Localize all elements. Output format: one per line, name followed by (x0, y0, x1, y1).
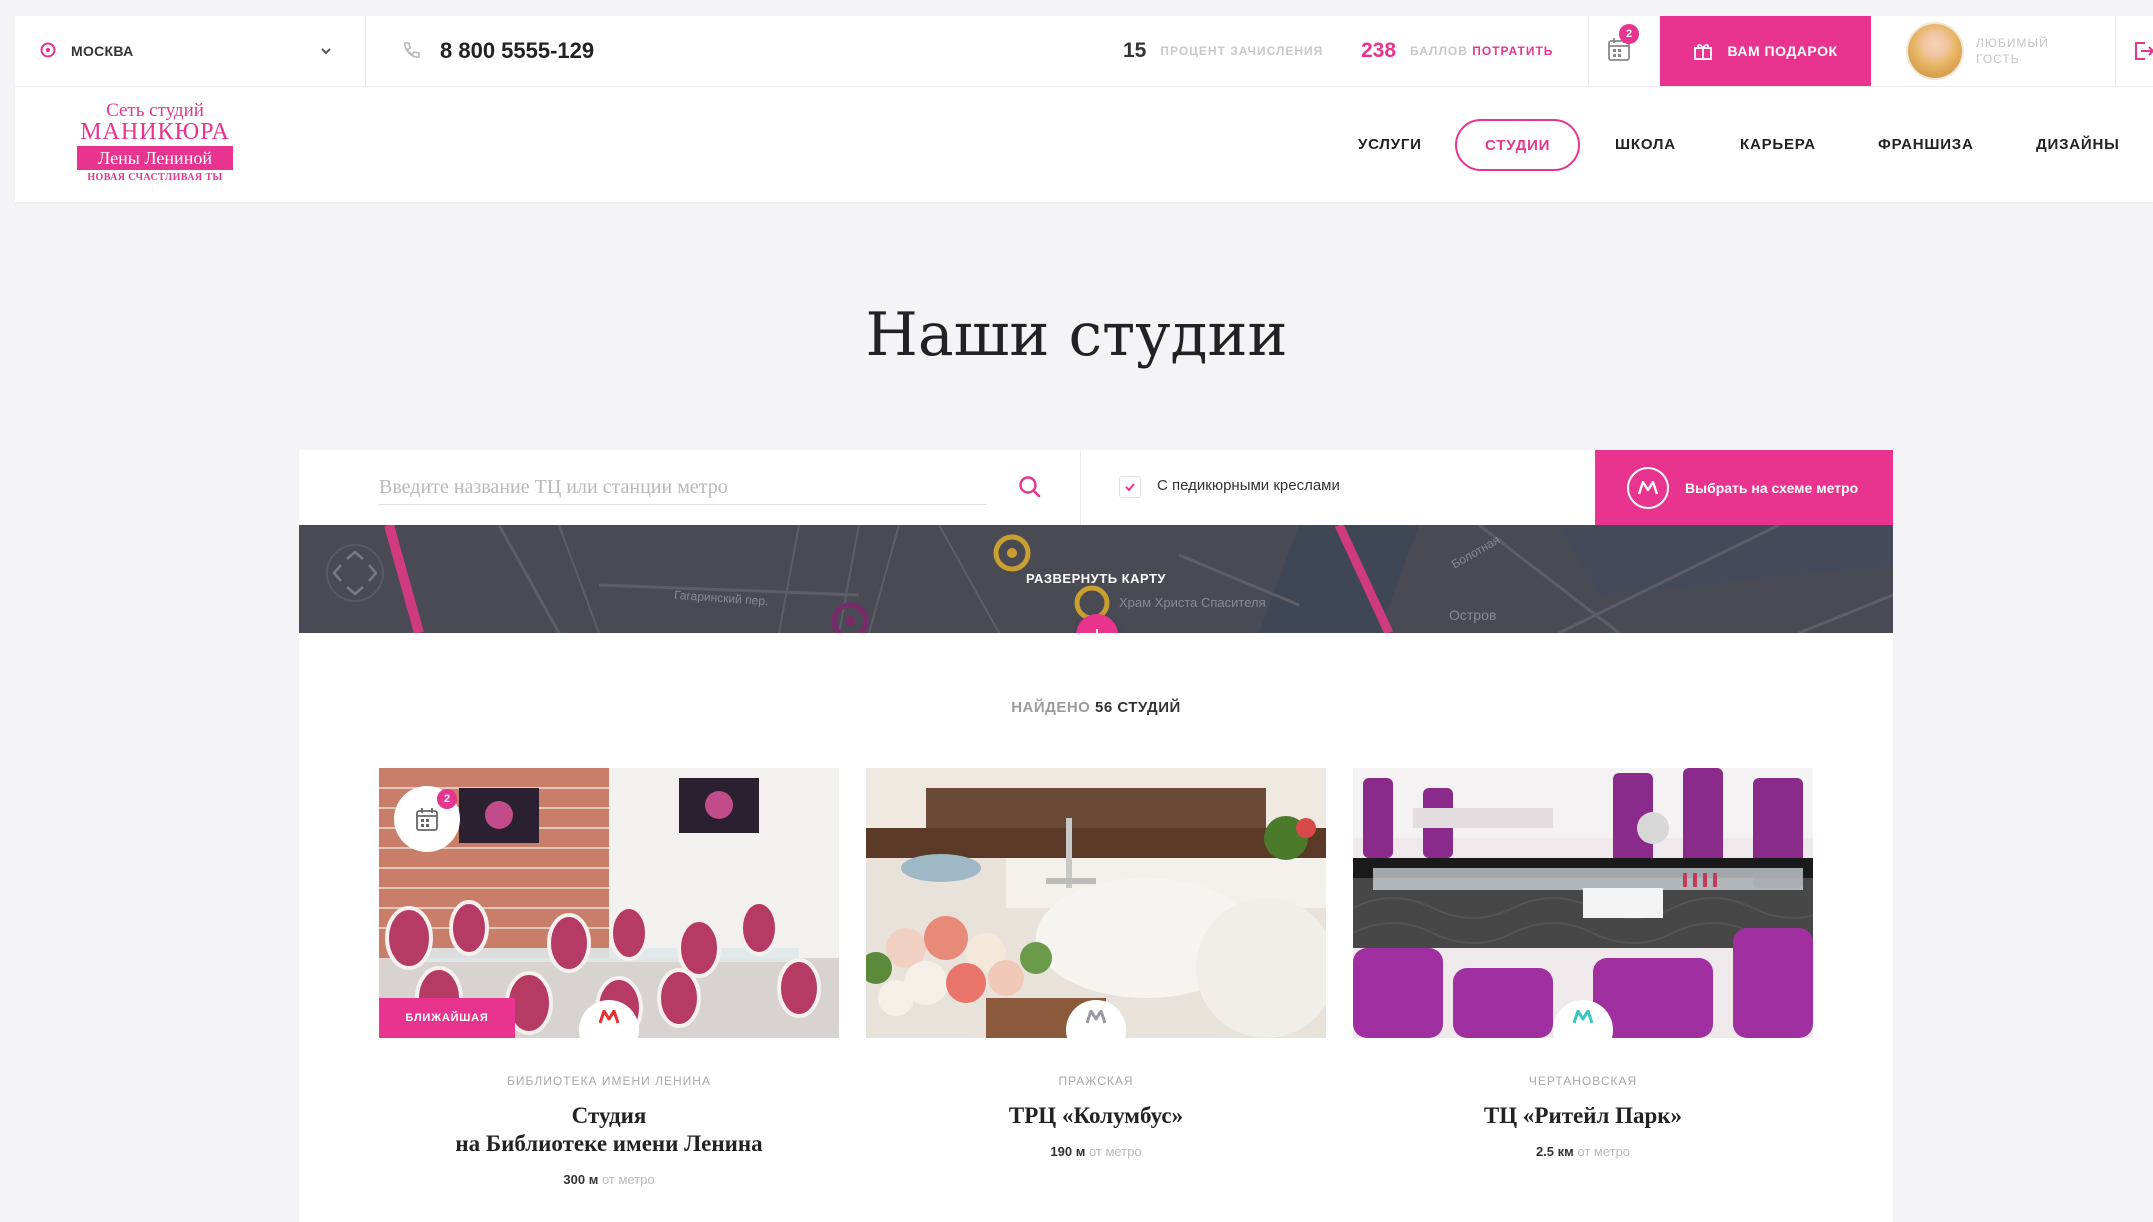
studio-metro: ЧЕРТАНОВСКАЯ (1528, 1074, 1638, 1088)
percent-value: 15 (1123, 39, 1147, 62)
studio-photo[interactable] (1353, 768, 1813, 1038)
user-profile[interactable]: ЛЮБИМЫЙ ГОСТЬ (1908, 16, 2049, 86)
nav-designs[interactable]: ДИЗАЙНЫ (2036, 87, 2120, 202)
metro-map-button-label: Выбрать на схеме метро (1685, 479, 1859, 496)
metro-icon (1627, 466, 1669, 509)
studio-metro: ПРАЖСКАЯ (1058, 1074, 1134, 1088)
points-value: 238 (1361, 39, 1397, 62)
spend-points-link[interactable]: ПОТРАТИТЬ (1472, 44, 1553, 58)
city-label: МОСКВА (71, 43, 134, 59)
search-input[interactable] (379, 470, 987, 505)
phone-number: 8 800 5555-129 (440, 38, 595, 63)
distance-value: 190 м (1050, 1144, 1086, 1159)
studio-card[interactable]: ПРАЖСКАЯ ТРЦ «Колумбус» 190 м от метро (866, 768, 1326, 1159)
found-number: 56 СТУДИЙ (1095, 699, 1181, 716)
location-pin-icon (40, 42, 56, 58)
expand-map-label[interactable]: РАЗВЕРНУТЬ КАРТУ (299, 571, 1893, 586)
pedicure-checkbox-label[interactable]: С педикюрными креслами (1157, 477, 1340, 494)
divider (365, 16, 366, 86)
studio-card[interactable]: 2 БЛИЖАЙШАЯ БИБЛИОТЕКА ИМЕНИ ЛЕНИНА Студ… (379, 768, 839, 1187)
logout-button[interactable] (2133, 16, 2153, 86)
points-label: БАЛЛОВ (1410, 44, 1468, 58)
divider (1588, 16, 1589, 86)
top-bar: МОСКВА 8 800 5555-129 15 ПРОЦЕНТ ЗАЧИСЛЕ… (15, 16, 2153, 87)
studio-name[interactable]: ТРЦ «Колумбус» (866, 1102, 1326, 1130)
cart-count-badge: 2 (1619, 23, 1639, 44)
studio-name[interactable]: Студия на Библиотеке имени Ленина (379, 1102, 839, 1158)
divider (1080, 450, 1081, 525)
gift-icon (1694, 44, 1713, 60)
studio-photo[interactable] (866, 768, 1326, 1038)
logo-line2: МАНИКЮРА (80, 119, 230, 145)
search-panel: С педикюрными креслами Выбрать на схеме … (299, 450, 1893, 525)
calendar-icon (416, 808, 438, 831)
map-landmark-label: Храм Христа Спасителя (1119, 595, 1266, 610)
avatar (1908, 24, 1962, 78)
user-name-line1: ЛЮБИМЫЙ (1976, 36, 2049, 50)
search-icon[interactable] (1017, 474, 1043, 500)
studio-image (1353, 768, 1813, 1038)
studio-photo[interactable]: 2 БЛИЖАЙШАЯ (379, 768, 839, 1038)
phone-icon (404, 42, 420, 58)
logo-line1: Сеть студий (106, 100, 204, 121)
gift-button-label: ВАМ ПОДАРОК (1727, 43, 1838, 59)
card-cart-badge: 2 (437, 789, 457, 809)
logo-line4: НОВАЯ СЧАСТЛИВАЯ ТЫ (87, 172, 223, 183)
percent-stat: 15 ПРОЦЕНТ ЗАЧИСЛЕНИЯ (1123, 16, 1323, 86)
logout-icon (2135, 42, 2153, 60)
studio-metro: БИБЛИОТЕКА ИМЕНИ ЛЕНИНА (507, 1074, 711, 1088)
booking-cart-button[interactable]: 2 (1607, 16, 1639, 86)
gift-button[interactable]: ВАМ ПОДАРОК (1660, 16, 1871, 86)
check-icon (1125, 483, 1135, 492)
found-count: НАЙДЕНО 56 СТУДИЙ (299, 699, 1893, 716)
nav-studios[interactable]: СТУДИИ (1455, 119, 1581, 171)
page-title: Наши студии (865, 300, 1288, 370)
studio-distance: 300 м от метро (379, 1172, 839, 1187)
user-name-line2: ГОСТЬ (1976, 52, 2020, 66)
nearest-badge: БЛИЖАЙШАЯ (379, 998, 515, 1038)
phone-link[interactable]: 8 800 5555-129 (400, 16, 594, 86)
distance-suffix: от метро (1088, 1144, 1142, 1159)
points-stat: 238 БАЛЛОВ ПОТРАТИТЬ (1361, 16, 1553, 86)
nav-services[interactable]: УСЛУГИ (1358, 87, 1422, 202)
results-panel: НАЙДЕНО 56 СТУДИЙ 2 БЛИЖАЙШАЯ БИБЛИОТЕКА… (299, 633, 1893, 1222)
logo-line3: Лены Лениной (77, 146, 233, 170)
studio-image (866, 768, 1326, 1038)
city-selector[interactable]: МОСКВА (39, 16, 134, 86)
nav-franchise[interactable]: ФРАНШИЗА (1878, 87, 1974, 202)
studio-name[interactable]: ТЦ «Ритейл Парк» (1353, 1102, 1813, 1130)
distance-suffix: от метро (1577, 1144, 1631, 1159)
pedicure-checkbox[interactable] (1119, 476, 1141, 498)
studio-distance: 2.5 км от метро (1353, 1144, 1813, 1159)
nav-career[interactable]: КАРЬЕРА (1740, 87, 1816, 202)
add-to-cart-button[interactable]: 2 (394, 786, 460, 852)
distance-value: 2.5 км (1535, 1144, 1574, 1159)
found-prefix: НАЙДЕНО (1011, 699, 1091, 716)
metro-map-button[interactable]: Выбрать на схеме метро (1595, 450, 1893, 525)
nav-school[interactable]: ШКОЛА (1615, 87, 1676, 202)
distance-suffix: от метро (601, 1172, 655, 1187)
studio-distance: 190 м от метро (866, 1144, 1326, 1159)
main-navbar: Сеть студий МАНИКЮРА Лены Лениной НОВАЯ … (15, 87, 2153, 202)
divider (2115, 16, 2116, 86)
distance-value: 300 м (563, 1172, 599, 1187)
map-island-label: Остров (1449, 607, 1497, 623)
chevron-down-icon[interactable] (315, 40, 337, 62)
logo[interactable]: Сеть студий МАНИКЮРА Лены Лениной НОВАЯ … (77, 100, 233, 183)
studio-card[interactable]: ЧЕРТАНОВСКАЯ ТЦ «Ритейл Парк» 2.5 км от … (1353, 768, 1813, 1159)
percent-label: ПРОЦЕНТ ЗАЧИСЛЕНИЯ (1160, 44, 1324, 58)
